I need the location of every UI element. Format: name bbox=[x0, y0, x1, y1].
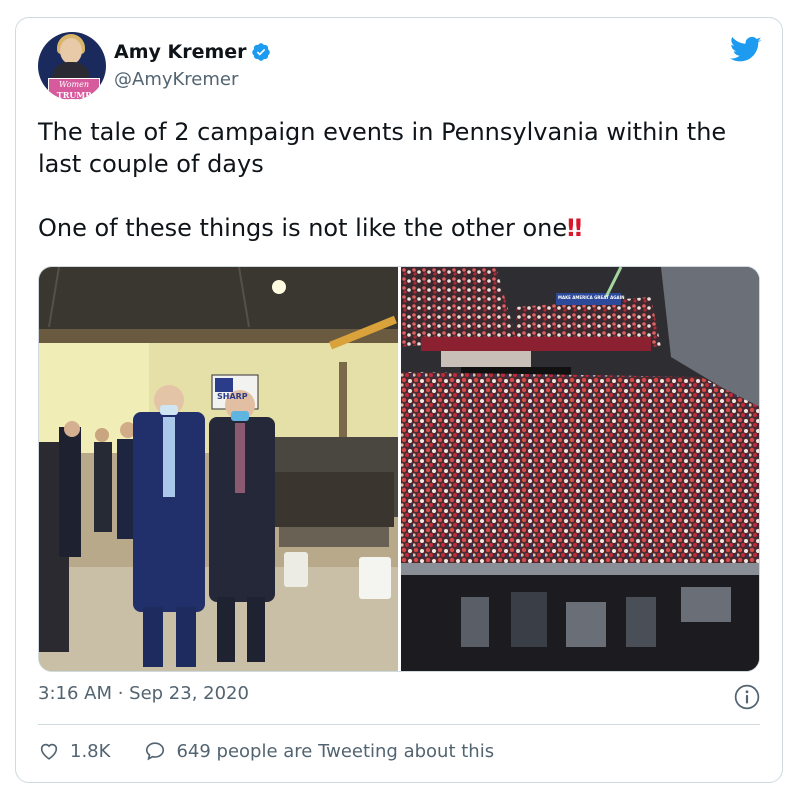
double-exclamation-emoji: ‼ bbox=[567, 214, 582, 242]
rally-banner-text: MAKE AMERICA GREAT AGAIN bbox=[558, 295, 625, 300]
tweet-timestamp[interactable]: 3:16 AM · Sep 23, 2020 bbox=[38, 683, 249, 704]
author-name[interactable]: Amy Kremer bbox=[114, 41, 247, 63]
engagement-bar: 1.8K 649 people are Tweeting about this bbox=[38, 740, 494, 762]
tweeting-about-link[interactable]: 649 people are Tweeting about this bbox=[144, 740, 494, 762]
like-button[interactable]: 1.8K bbox=[38, 740, 110, 762]
info-icon[interactable] bbox=[734, 684, 760, 710]
tweeting-count: 649 people are Tweeting about this bbox=[176, 740, 495, 762]
author-handle[interactable]: @AmyKremer bbox=[114, 69, 238, 90]
photo-factory-floor[interactable]: SHARP bbox=[39, 267, 398, 671]
rally-photo-art bbox=[401, 267, 759, 671]
avatar-face bbox=[60, 38, 82, 64]
avatar-sign: Women TRUMP bbox=[48, 78, 100, 100]
author-name-row[interactable]: Amy Kremer bbox=[114, 41, 271, 63]
like-count: 1.8K bbox=[70, 740, 111, 762]
tweet-card: Women TRUMP Amy Kremer @AmyKremer The ta… bbox=[15, 17, 783, 783]
heart-icon bbox=[40, 743, 58, 760]
avatar-sign-line1: Women bbox=[59, 80, 89, 89]
tweet-line-1: The tale of 2 campaign events in Pennsyl… bbox=[38, 118, 727, 178]
speech-bubble-icon bbox=[146, 742, 165, 761]
tweet-media[interactable]: SHARP MAKE AMERICA GREAT AGAIN bbox=[38, 266, 760, 672]
tweet-body: The tale of 2 campaign events in Pennsyl… bbox=[38, 116, 768, 244]
factory-photo-art bbox=[39, 267, 398, 671]
photo-rally-crowd[interactable]: MAKE AMERICA GREAT AGAIN bbox=[401, 267, 759, 671]
divider bbox=[38, 724, 760, 725]
verified-badge-icon bbox=[251, 43, 270, 61]
twitter-bird-icon[interactable] bbox=[730, 36, 762, 64]
tweet-line-2: One of these things is not like the othe… bbox=[38, 212, 768, 244]
avatar-sign-line2: TRUMP bbox=[56, 90, 92, 100]
author-avatar[interactable]: Women TRUMP bbox=[38, 32, 106, 100]
factory-sign-text: SHARP bbox=[217, 392, 248, 401]
tweet-line-2-text: One of these things is not like the othe… bbox=[38, 214, 568, 242]
